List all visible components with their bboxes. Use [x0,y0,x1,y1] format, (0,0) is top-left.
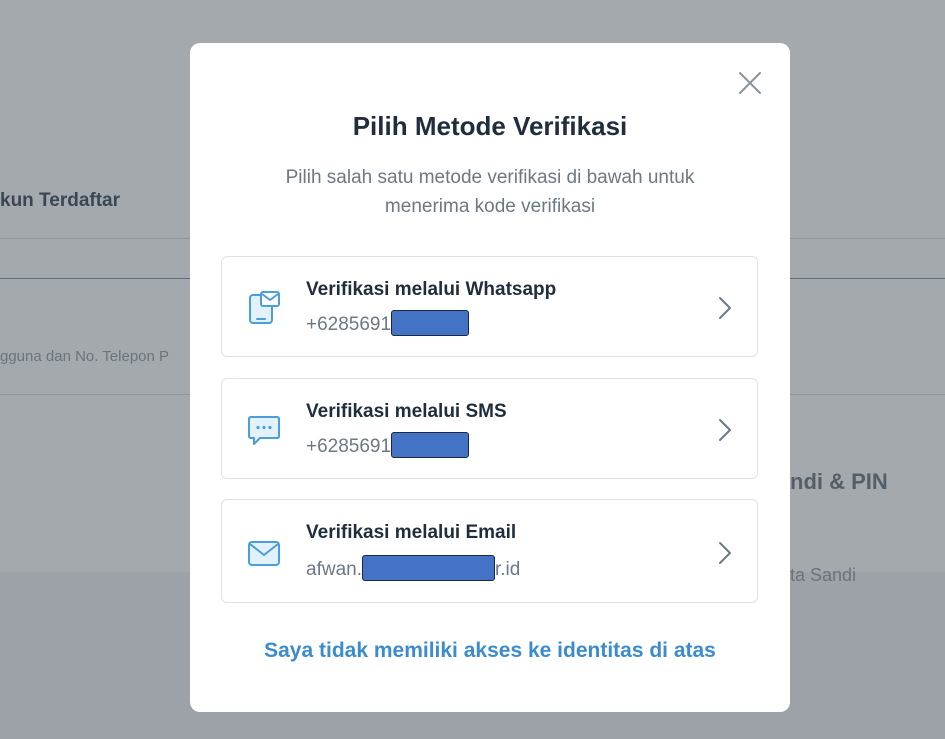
chevron-right-icon [717,417,733,443]
email-visible-suffix: r.id [494,559,521,581]
option-phone-number: +6285691 [306,310,470,336]
option-whatsapp[interactable]: Verifikasi melalui Whatsapp +6285691 [221,256,758,357]
no-access-link[interactable]: Saya tidak memiliki akses ke identitas d… [190,639,790,663]
option-title: Verifikasi melalui Whatsapp [306,279,557,300]
modal-title: Pilih Metode Verifikasi [352,111,628,141]
sms-chat-icon [246,412,282,448]
modal-subtitle: Pilih salah satu metode verifikasi di ba… [285,167,695,217]
close-button[interactable] [736,69,764,97]
phone-visible-part: +6285691 [306,314,392,336]
option-sms[interactable]: Verifikasi melalui SMS +6285691 [221,378,758,479]
redaction-box [361,555,495,581]
chevron-right-icon [717,295,733,321]
whatsapp-message-icon [246,290,282,326]
email-visible-prefix: afwan. [306,559,362,581]
option-email[interactable]: Verifikasi melalui Email afwan. r.id [221,499,758,603]
chevron-right-icon [717,540,733,566]
option-phone-number: +6285691 [306,432,470,458]
option-title: Verifikasi melalui SMS [306,401,507,422]
option-email-address: afwan. r.id [306,555,521,581]
redaction-box [391,432,470,458]
close-icon [739,72,761,94]
phone-visible-part: +6285691 [306,436,392,458]
email-envelope-icon [246,535,282,571]
verification-method-modal: Pilih Metode Verifikasi Pilih salah satu… [190,43,790,712]
redaction-box [391,310,470,336]
option-title: Verifikasi melalui Email [306,522,517,543]
